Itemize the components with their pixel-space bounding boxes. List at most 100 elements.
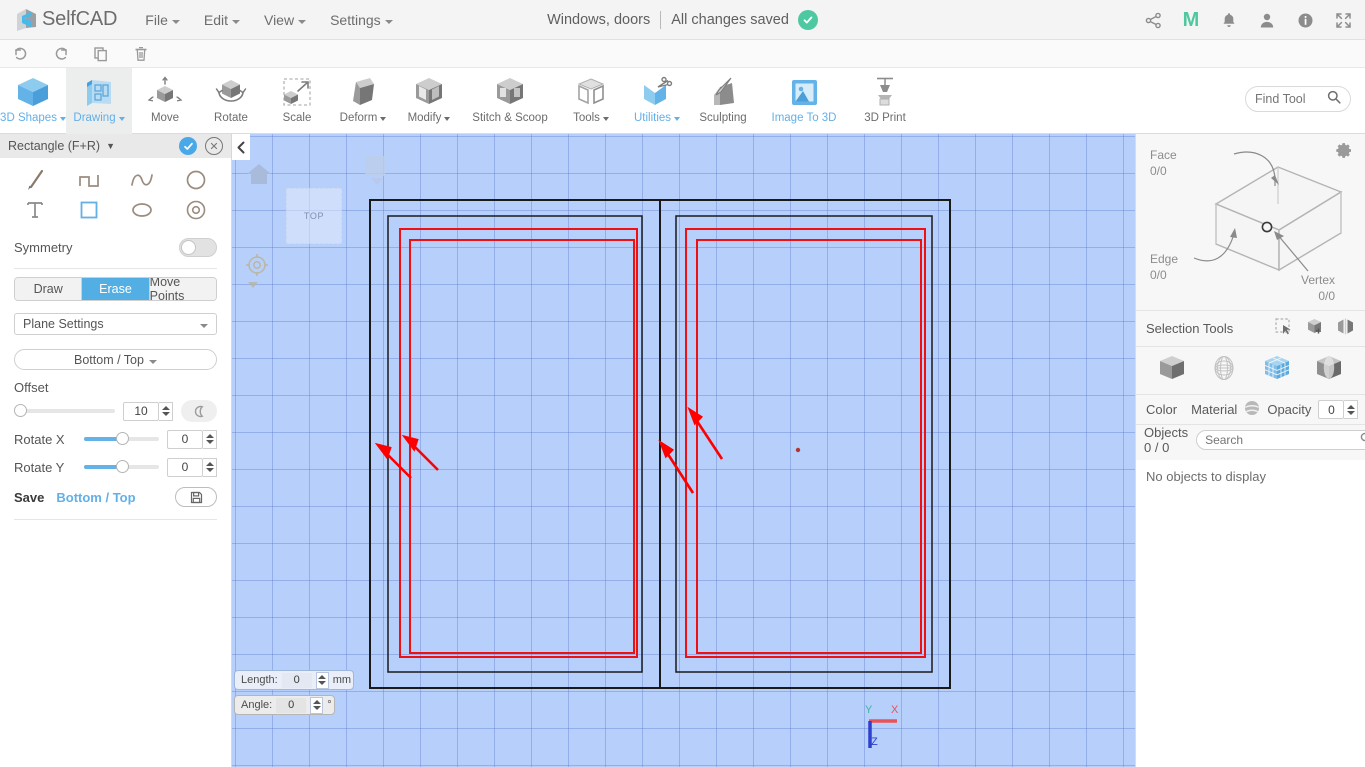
freehand-pen-icon[interactable] (8, 166, 62, 194)
find-tool-search[interactable] (1245, 86, 1351, 112)
ribbon-item-drawing[interactable]: Drawing (66, 68, 132, 134)
wireframe-mode-icon[interactable] (1209, 353, 1239, 388)
ribbon-item-rotate[interactable]: Rotate (198, 68, 264, 134)
text-icon[interactable] (8, 196, 62, 224)
offset-stepper[interactable]: 10 (123, 401, 173, 421)
brand[interactable]: SelfCAD (14, 7, 117, 33)
polyline-icon[interactable] (62, 166, 116, 194)
slider-thumb[interactable] (14, 404, 27, 417)
ribbon-item-3d-print[interactable]: 3D Print (852, 68, 918, 134)
rotate-icon (212, 73, 250, 111)
ribbon-item-stitch-scoop[interactable]: Stitch & Scoop (462, 68, 558, 134)
symmetry-toggle[interactable] (179, 237, 217, 257)
objects-search[interactable] (1196, 429, 1365, 450)
rotate-x-spinner[interactable] (203, 429, 217, 449)
angle-value[interactable]: 0 (276, 697, 307, 713)
ribbon-item-utilities[interactable]: Utilities (624, 68, 690, 134)
opacity-value[interactable]: 0 (1318, 400, 1345, 419)
rotate-x-stepper[interactable]: 0 (167, 429, 217, 449)
ribbon-item-sculpting[interactable]: Sculpting (690, 68, 756, 134)
selfcad-logo-icon (14, 7, 40, 33)
flip-offset-button[interactable] (181, 400, 217, 422)
angle-measure-box[interactable]: Angle: 0 ° (234, 695, 335, 715)
axis-z-label: Z (871, 736, 878, 748)
offset-spinner[interactable] (159, 401, 173, 421)
left-panel-title[interactable]: Rectangle (F+R) ▼ (8, 139, 115, 153)
add-object-icon[interactable] (1305, 317, 1324, 341)
ring-icon[interactable] (169, 196, 223, 224)
save-button[interactable] (175, 487, 217, 507)
rotate-y-slider[interactable] (84, 459, 159, 475)
ellipse-icon[interactable] (116, 196, 170, 224)
objects-search-input[interactable] (1205, 432, 1361, 447)
rotate-y-stepper[interactable]: 0 (167, 457, 217, 477)
find-tool-input[interactable] (1255, 92, 1327, 106)
save-plane-name[interactable]: Bottom / Top (56, 490, 135, 505)
mode-erase-button[interactable]: Erase (82, 278, 150, 300)
ribbon-item-modify[interactable]: Modify (396, 68, 462, 134)
axis-gizmo[interactable]: Y X Z (847, 703, 907, 753)
curve-icon[interactable] (116, 166, 170, 194)
opacity-stepper[interactable]: 0 (1318, 400, 1359, 419)
redo-icon[interactable] (50, 43, 72, 65)
split-object-icon[interactable] (1336, 317, 1355, 341)
angle-spinner[interactable] (310, 696, 324, 714)
copy-icon[interactable] (90, 43, 112, 65)
info-icon[interactable] (1293, 8, 1317, 32)
mode-move-points-button[interactable]: Move Points (149, 278, 216, 300)
bell-icon[interactable] (1217, 8, 1241, 32)
face-mode-icon[interactable] (1262, 353, 1292, 388)
ribbon-item-image-to-3d[interactable]: Image To 3D (756, 68, 852, 134)
left-panel-red-inner (409, 239, 635, 654)
undo-icon[interactable] (10, 43, 32, 65)
divider (14, 519, 217, 520)
viewport-canvas[interactable]: TOP Length: 0 mm Angle: 0 ° Y X Z (232, 134, 1135, 767)
ribbon-item-scale[interactable]: Scale (264, 68, 330, 134)
ribbon-item-deform[interactable]: Deform (330, 68, 396, 134)
m-logo-icon[interactable]: M (1179, 8, 1203, 32)
length-spinner[interactable] (315, 671, 329, 689)
vertex-mode-icon[interactable] (1314, 353, 1344, 388)
ribbon-item-tools[interactable]: Tools (558, 68, 624, 134)
ribbon-item-3d-shapes[interactable]: 3D Shapes (0, 68, 66, 134)
cancel-button[interactable]: ✕ (205, 137, 223, 155)
mode-draw-button[interactable]: Draw (15, 278, 83, 300)
length-measure-box[interactable]: Length: 0 mm (234, 670, 355, 690)
spinner-down-icon (205, 468, 214, 472)
slider-thumb[interactable] (115, 432, 129, 445)
document-title[interactable]: Windows, doors (547, 12, 650, 28)
material-sphere-icon[interactable] (1244, 400, 1260, 419)
collapse-panel-button[interactable] (232, 134, 250, 160)
fullscreen-icon[interactable] (1331, 8, 1355, 32)
slider-thumb[interactable] (115, 460, 129, 473)
caret-down-icon: ▼ (106, 141, 115, 151)
rectangle-icon[interactable] (62, 196, 116, 224)
share-icon[interactable] (1141, 8, 1165, 32)
rotate-y-value[interactable]: 0 (167, 457, 203, 477)
rotate-x-value[interactable]: 0 (167, 429, 203, 449)
offset-slider[interactable] (14, 403, 115, 419)
delete-icon[interactable] (130, 43, 152, 65)
plane-settings-select[interactable]: Plane Settings (14, 313, 217, 335)
menu-item-edit[interactable]: Edit (192, 6, 252, 34)
rotate-y-spinner[interactable] (203, 457, 217, 477)
confirm-button[interactable] (179, 137, 197, 155)
ribbon-item-move[interactable]: Move (132, 68, 198, 134)
rotate-x-row: Rotate X 0 (0, 425, 231, 453)
circle-icon[interactable] (169, 166, 223, 194)
utilities-icon (638, 73, 676, 111)
offset-value[interactable]: 10 (123, 401, 159, 421)
menu-item-settings[interactable]: Settings (318, 6, 405, 34)
menu-item-view[interactable]: View (252, 6, 318, 34)
face-count: 0/0 (1150, 164, 1167, 178)
rect-select-icon[interactable] (1274, 317, 1293, 341)
save-label: Save (14, 489, 45, 505)
object-mode-icon[interactable] (1157, 353, 1187, 388)
plane-name-button[interactable]: Bottom / Top (14, 349, 217, 370)
menu-item-file[interactable]: File (133, 6, 192, 34)
length-value[interactable]: 0 (281, 672, 312, 688)
opacity-spinner[interactable] (1344, 400, 1359, 419)
rotate-x-slider[interactable] (84, 431, 159, 447)
user-icon[interactable] (1255, 8, 1279, 32)
spinner-down-icon (205, 440, 214, 444)
